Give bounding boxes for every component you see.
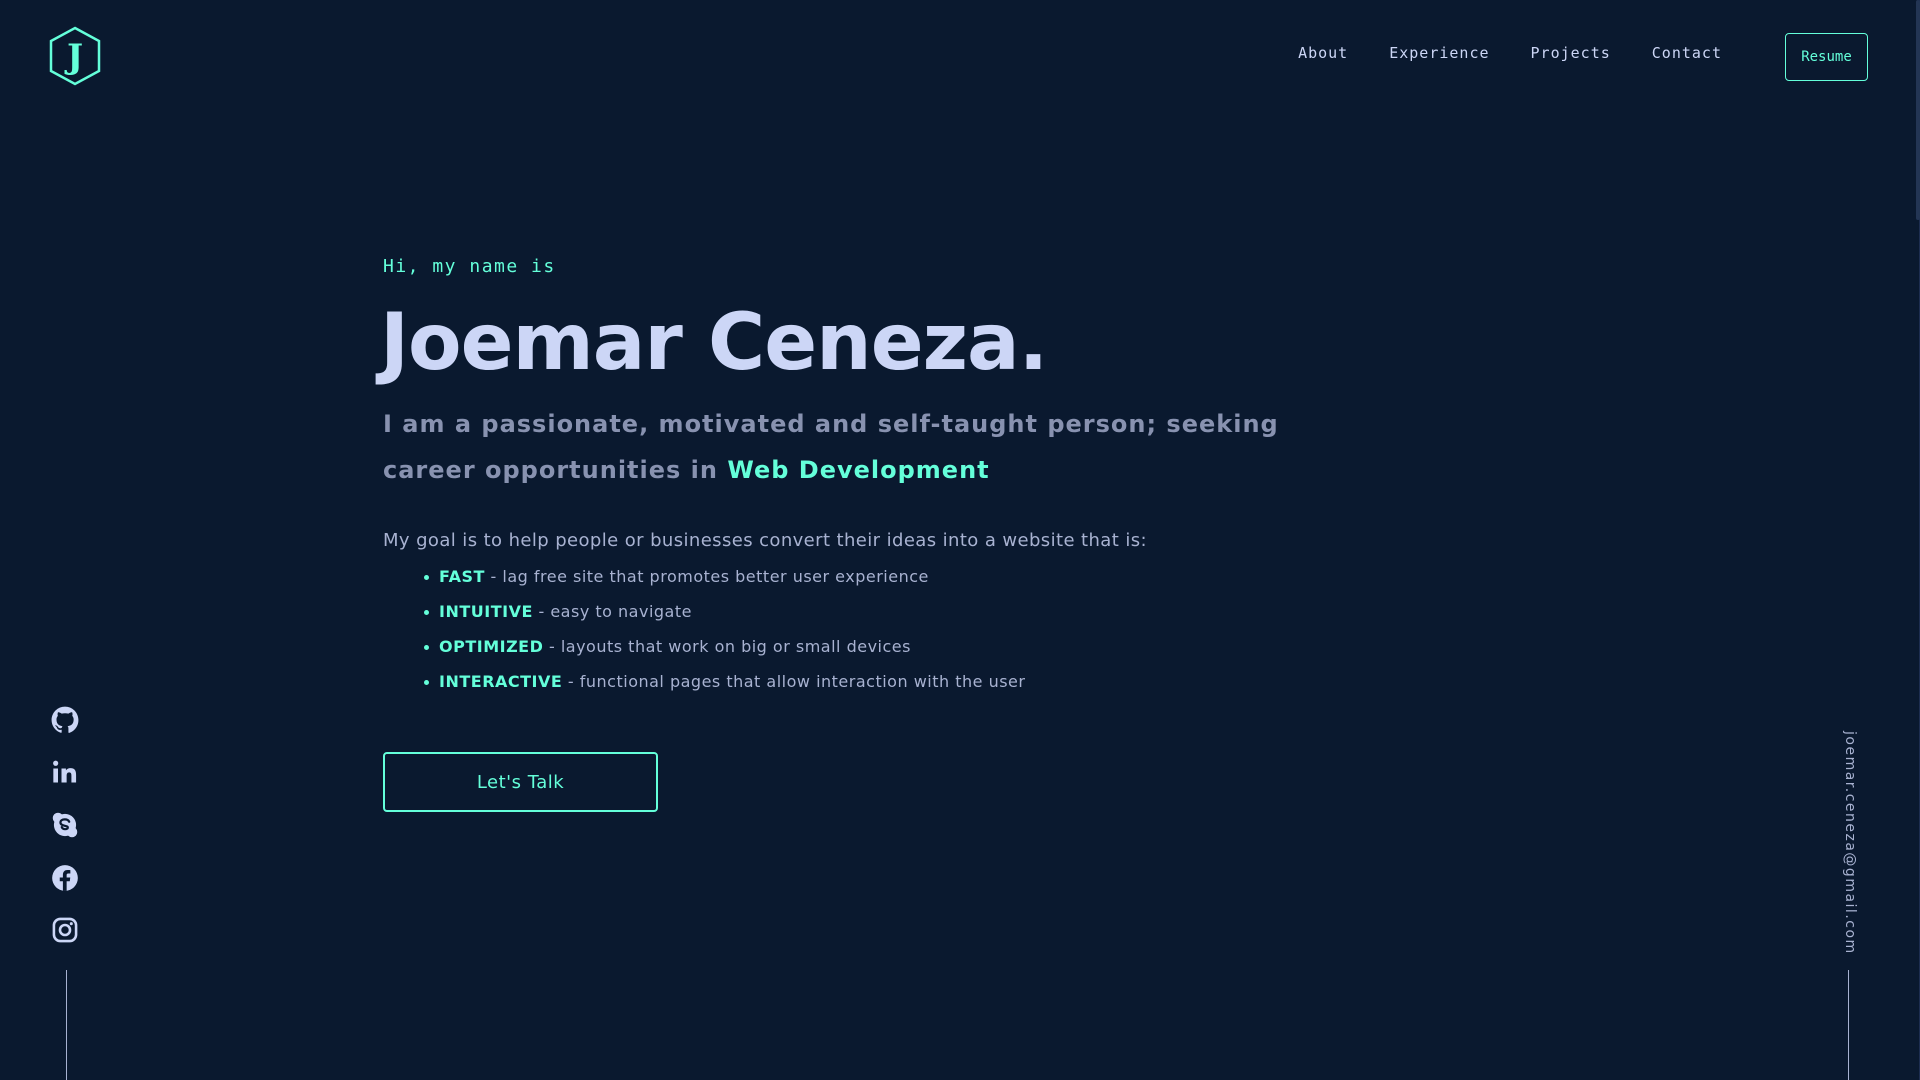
resume-button[interactable]: Resume — [1785, 33, 1868, 81]
nav-about[interactable]: About — [1298, 44, 1348, 62]
goal-text: My goal is to help people or businesses … — [383, 530, 1147, 551]
goal-list: FAST - lag free site that promotes bette… — [423, 565, 1025, 705]
hexagon-logo-icon: J — [49, 26, 101, 86]
point-desc: - lag free site that promotes better use… — [484, 567, 929, 586]
hero-tagline: I am a passionate, motivated and self-ta… — [383, 401, 1343, 493]
scrollbar-thumb[interactable] — [1916, 0, 1920, 220]
list-item: INTUITIVE - easy to navigate — [423, 600, 1025, 635]
point-term: INTERACTIVE — [439, 672, 563, 691]
skype-icon[interactable] — [51, 811, 79, 839]
point-term: INTUITIVE — [439, 602, 533, 621]
github-icon[interactable] — [51, 706, 79, 734]
point-desc: - layouts that work on big or small devi… — [543, 637, 911, 656]
email-link[interactable]: joemar.ceneza@gmail.com — [1842, 731, 1858, 955]
point-desc: - easy to navigate — [532, 602, 692, 621]
instagram-icon[interactable] — [51, 916, 79, 944]
main-nav: About Experience Projects Contact — [1298, 44, 1722, 62]
linkedin-icon[interactable] — [51, 758, 79, 786]
facebook-icon[interactable] — [51, 864, 79, 892]
greeting-text: Hi, my name is — [383, 256, 556, 277]
list-item: OPTIMIZED - layouts that work on big or … — [423, 635, 1025, 670]
hero-name: Joemar Ceneza. — [380, 298, 1048, 388]
point-desc: - functional pages that allow interactio… — [562, 672, 1026, 691]
nav-projects[interactable]: Projects — [1531, 44, 1611, 62]
list-item: FAST - lag free site that promotes bette… — [423, 565, 1025, 600]
point-term: FAST — [439, 567, 485, 586]
left-vertical-divider — [66, 970, 67, 1080]
list-item: INTERACTIVE - functional pages that allo… — [423, 670, 1025, 705]
logo-hexagon[interactable]: J — [48, 26, 102, 86]
portfolio-page: J About Experience Projects Contact Resu… — [0, 0, 1920, 1080]
nav-experience[interactable]: Experience — [1389, 44, 1489, 62]
right-vertical-divider — [1848, 970, 1849, 1080]
point-term: OPTIMIZED — [439, 637, 544, 656]
lets-talk-button[interactable]: Let's Talk — [383, 752, 658, 812]
nav-contact[interactable]: Contact — [1652, 44, 1722, 62]
tagline-highlight: Web Development — [727, 456, 990, 484]
logo-letter: J — [64, 37, 83, 77]
